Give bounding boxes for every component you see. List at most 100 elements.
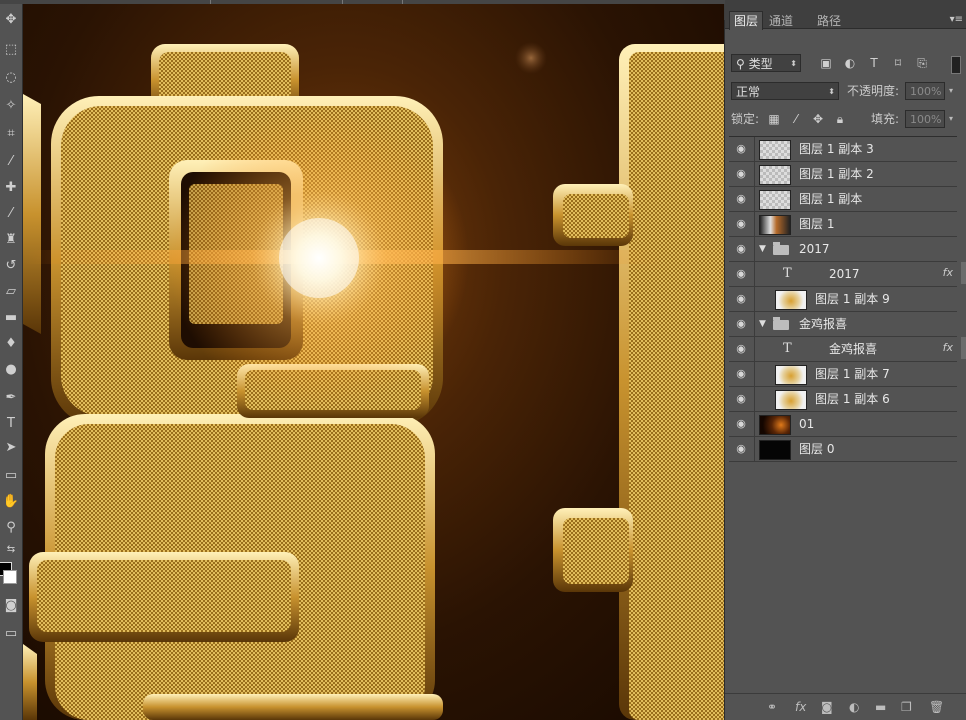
blend-mode-select[interactable]: 正常 ⬍ <box>731 82 839 100</box>
layer-name: 图层 1 副本 9 <box>815 292 890 306</box>
filter-type-icon[interactable]: T <box>865 54 883 72</box>
filter-row: ⚲ 类型 ⬍ ▣ ◐ T ⌑ ⎘ <box>725 54 966 74</box>
filter-smart-object-icon[interactable]: ⎘ <box>913 54 931 72</box>
eye-icon[interactable]: ◉ <box>733 291 749 307</box>
filter-toggle-switch[interactable] <box>951 56 961 74</box>
healing-brush-icon[interactable]: ✚ <box>0 176 22 200</box>
fx-icon[interactable]: fx <box>943 266 953 279</box>
tab-channels[interactable]: 通道 <box>765 12 797 30</box>
opacity-label: 不透明度: <box>847 84 900 98</box>
mask-icon[interactable]: ◙ <box>821 700 833 714</box>
filter-shape-icon[interactable]: ⌑ <box>889 54 907 72</box>
stamp-tool-icon[interactable]: ♜ <box>0 228 22 252</box>
eyedropper-icon[interactable]: ⁄ <box>0 150 22 174</box>
new-group-icon[interactable]: ▬ <box>875 700 886 714</box>
layer-group-row[interactable]: ◉ ▼ 金鸡报喜 <box>729 312 957 337</box>
eye-icon[interactable]: ◉ <box>733 241 749 257</box>
background-color-swatch[interactable] <box>3 570 17 584</box>
filter-pixel-icon[interactable]: ▣ <box>817 54 835 72</box>
zoom-tool-icon[interactable]: ⚲ <box>0 516 22 540</box>
eye-icon[interactable]: ◉ <box>733 141 749 157</box>
fx-icon[interactable]: fx <box>943 341 953 354</box>
eye-icon[interactable]: ◉ <box>733 391 749 407</box>
new-layer-icon[interactable]: ❐ <box>901 700 912 714</box>
marquee-tool-icon[interactable]: ⬚ <box>0 38 22 62</box>
layer-name: 图层 1 副本 7 <box>815 367 890 381</box>
trash-icon[interactable]: 🗑︎ <box>929 700 944 714</box>
eye-icon[interactable]: ◉ <box>733 166 749 182</box>
layer-row[interactable]: ◉ 图层 1 副本 3 <box>729 137 957 162</box>
filter-kind-select[interactable]: ⚲ 类型 ⬍ <box>731 54 801 72</box>
glyph-right <box>553 44 724 720</box>
chevron-down-icon[interactable]: ▾ <box>949 114 953 123</box>
layer-row[interactable]: ◉ 图层 1 <box>729 212 957 237</box>
layer-row[interactable]: ◉ 图层 1 副本 2 <box>729 162 957 187</box>
layer-row[interactable]: ◉ T 2017 fx <box>729 262 966 287</box>
panel-tab-bar: 图层 通道 路径 ▾≡ <box>725 0 966 30</box>
eraser-tool-icon[interactable]: ▱ <box>0 280 22 304</box>
lock-position-icon[interactable]: ✥ <box>809 110 827 128</box>
tools-panel: ✥ ⬚ ◌ ✧ ⌗ ⁄ ✚ ⁄ ♜ ↺ ▱ ▬ ♦ ● ✒ T ➤ ▭ ✋ ⚲ … <box>0 4 23 720</box>
history-brush-icon[interactable]: ↺ <box>0 254 22 278</box>
pen-tool-icon[interactable]: ✒ <box>0 386 22 410</box>
eye-icon[interactable]: ◉ <box>733 441 749 457</box>
layer-row[interactable]: ◉ T 金鸡报喜 fx <box>729 337 966 362</box>
layer-thumbnail <box>759 165 791 185</box>
disclosure-triangle-icon[interactable]: ▼ <box>759 237 766 261</box>
magic-wand-icon[interactable]: ✧ <box>0 94 22 118</box>
eye-icon[interactable]: ◉ <box>733 366 749 382</box>
link-icon[interactable]: ⚭ <box>767 700 777 714</box>
chevron-down-icon[interactable]: ▾ <box>949 86 953 95</box>
folder-icon <box>773 242 789 255</box>
lock-label: 锁定: <box>731 112 760 126</box>
filter-adjustment-icon[interactable]: ◐ <box>841 54 859 72</box>
panel-menu-icon[interactable]: ▾≡ <box>950 14 963 25</box>
move-tool-icon[interactable]: ✥ <box>0 8 22 32</box>
opacity-field[interactable]: 100% <box>905 82 945 100</box>
adjustment-icon[interactable]: ◐ <box>849 700 859 714</box>
type-tool-icon[interactable]: T <box>0 412 22 436</box>
quick-mask-icon[interactable]: ◙ <box>0 594 22 618</box>
blur-tool-icon[interactable]: ♦ <box>0 332 22 356</box>
eye-icon[interactable]: ◉ <box>733 316 749 332</box>
eye-icon[interactable]: ◉ <box>733 341 749 357</box>
path-select-icon[interactable]: ➤ <box>0 436 22 460</box>
fx-icon[interactable]: fx <box>795 700 806 714</box>
layer-row[interactable]: ◉ 01 <box>729 412 957 437</box>
layer-row[interactable]: ◉ 图层 1 副本 7 <box>729 362 957 387</box>
lasso-tool-icon[interactable]: ◌ <box>0 66 22 90</box>
eye-icon[interactable]: ◉ <box>733 216 749 232</box>
blend-row: 正常 ⬍ 不透明度: 100% ▾ <box>725 82 966 102</box>
eye-icon[interactable]: ◉ <box>733 416 749 432</box>
effects-toggle[interactable] <box>961 262 966 284</box>
eye-icon[interactable]: ◉ <box>733 191 749 207</box>
shape-tool-icon[interactable]: ▭ <box>0 464 22 488</box>
gradient-tool-icon[interactable]: ▬ <box>0 306 22 330</box>
layer-group-row[interactable]: ◉ ▼ 2017 <box>729 237 957 262</box>
lock-all-icon[interactable]: 🔒︎ <box>831 110 849 128</box>
screen-mode-icon[interactable]: ▭ <box>0 622 22 646</box>
tab-paths[interactable]: 路径 <box>813 12 845 30</box>
row-divider <box>754 312 755 336</box>
layer-row[interactable]: ◉ 图层 1 副本 9 <box>729 287 957 312</box>
brush-tool-icon[interactable]: ⁄ <box>0 202 22 226</box>
tab-layers[interactable]: 图层 <box>729 11 764 30</box>
effects-toggle[interactable] <box>961 337 966 359</box>
layer-thumbnail <box>775 390 807 410</box>
layer-row[interactable]: ◉ 图层 0 <box>729 437 957 462</box>
document-canvas[interactable] <box>23 4 724 720</box>
layers-list: ◉ 图层 1 副本 3 ◉ 图层 1 副本 2 ◉ 图层 1 副本 ◉ 图层 1 ◉ ▼ 2017 ◉… <box>729 136 966 462</box>
disclosure-triangle-icon[interactable]: ▼ <box>759 312 766 336</box>
layer-row[interactable]: ◉ 图层 1 副本 6 <box>729 387 957 412</box>
lock-row: 锁定: ▦ ⁄ ✥ 🔒︎ 填充: 100% ▾ <box>725 110 966 130</box>
lock-image-icon[interactable]: ⁄ <box>787 110 805 128</box>
lock-transparent-icon[interactable]: ▦ <box>765 110 783 128</box>
fill-field[interactable]: 100% <box>905 110 945 128</box>
swap-colors-icon[interactable]: ⇆ <box>0 538 22 562</box>
crop-tool-icon[interactable]: ⌗ <box>0 122 22 146</box>
eye-icon[interactable]: ◉ <box>733 266 749 282</box>
hand-tool-icon[interactable]: ✋ <box>0 490 22 514</box>
layer-row[interactable]: ◉ 图层 1 副本 <box>729 187 957 212</box>
dodge-tool-icon[interactable]: ● <box>0 358 22 382</box>
layer-name: 2017 <box>829 267 860 281</box>
